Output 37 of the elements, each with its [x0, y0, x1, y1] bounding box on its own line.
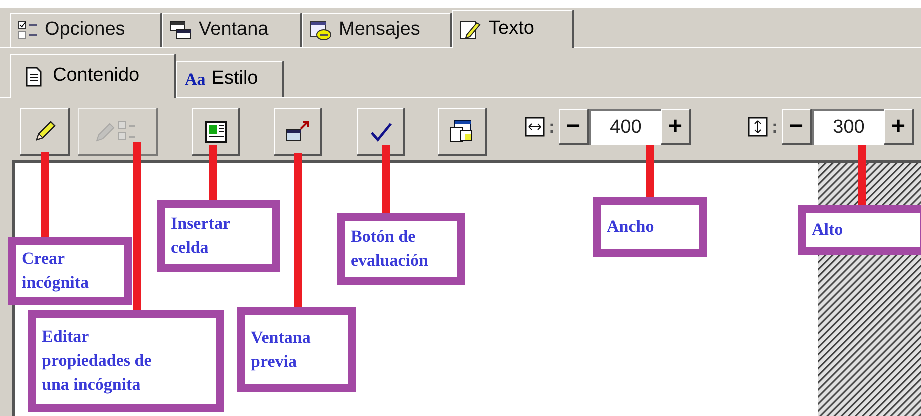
toolbar-button[interactable]: [438, 108, 487, 156]
document-icon: [25, 66, 43, 86]
decrement-button[interactable]: −: [782, 109, 812, 145]
number-field[interactable]: 300: [812, 109, 884, 145]
increment-button[interactable]: +: [661, 109, 691, 145]
tab[interactable]: Opciones: [10, 13, 162, 47]
tab[interactable]: Mensajes: [302, 13, 452, 47]
window-arrow-icon: [284, 120, 310, 144]
callout-label: Alto: [798, 205, 921, 255]
callout-label: Ancho: [593, 197, 707, 257]
height-icon: [748, 117, 768, 137]
stacked-windows-icon: [449, 118, 475, 144]
callout-label: Botón de evaluación: [337, 213, 465, 285]
number-field[interactable]: 400: [589, 109, 661, 145]
separator: :: [772, 116, 778, 138]
separator: :: [549, 116, 555, 138]
windows-icon: [169, 20, 193, 42]
increment-button[interactable]: +: [884, 109, 914, 145]
toolbar-button[interactable]: [274, 108, 322, 156]
callout-label: Crear incógnita: [8, 237, 132, 305]
callout-label: Insertar celda: [157, 200, 280, 272]
tab[interactable]: Ventana: [162, 13, 302, 47]
edit-page-icon: [459, 18, 483, 40]
toolbar-button[interactable]: [357, 108, 405, 156]
font-style-icon: Aa: [185, 71, 206, 88]
decrement-button[interactable]: −: [559, 109, 589, 145]
tab[interactable]: Texto: [452, 10, 574, 48]
checklist-icon: [17, 20, 39, 42]
tab[interactable]: Contenido: [10, 54, 176, 98]
width-icon: [525, 117, 545, 137]
callout-label: Editar propiedades de una incógnita: [28, 310, 224, 412]
message-window-icon: [309, 20, 333, 42]
toolbar-button[interactable]: [192, 108, 240, 156]
toolbar-button[interactable]: [20, 108, 70, 156]
tab[interactable]: Aa Estilo: [176, 61, 284, 97]
cell-icon: [204, 120, 228, 144]
callout-label: Ventana previa: [237, 307, 356, 392]
